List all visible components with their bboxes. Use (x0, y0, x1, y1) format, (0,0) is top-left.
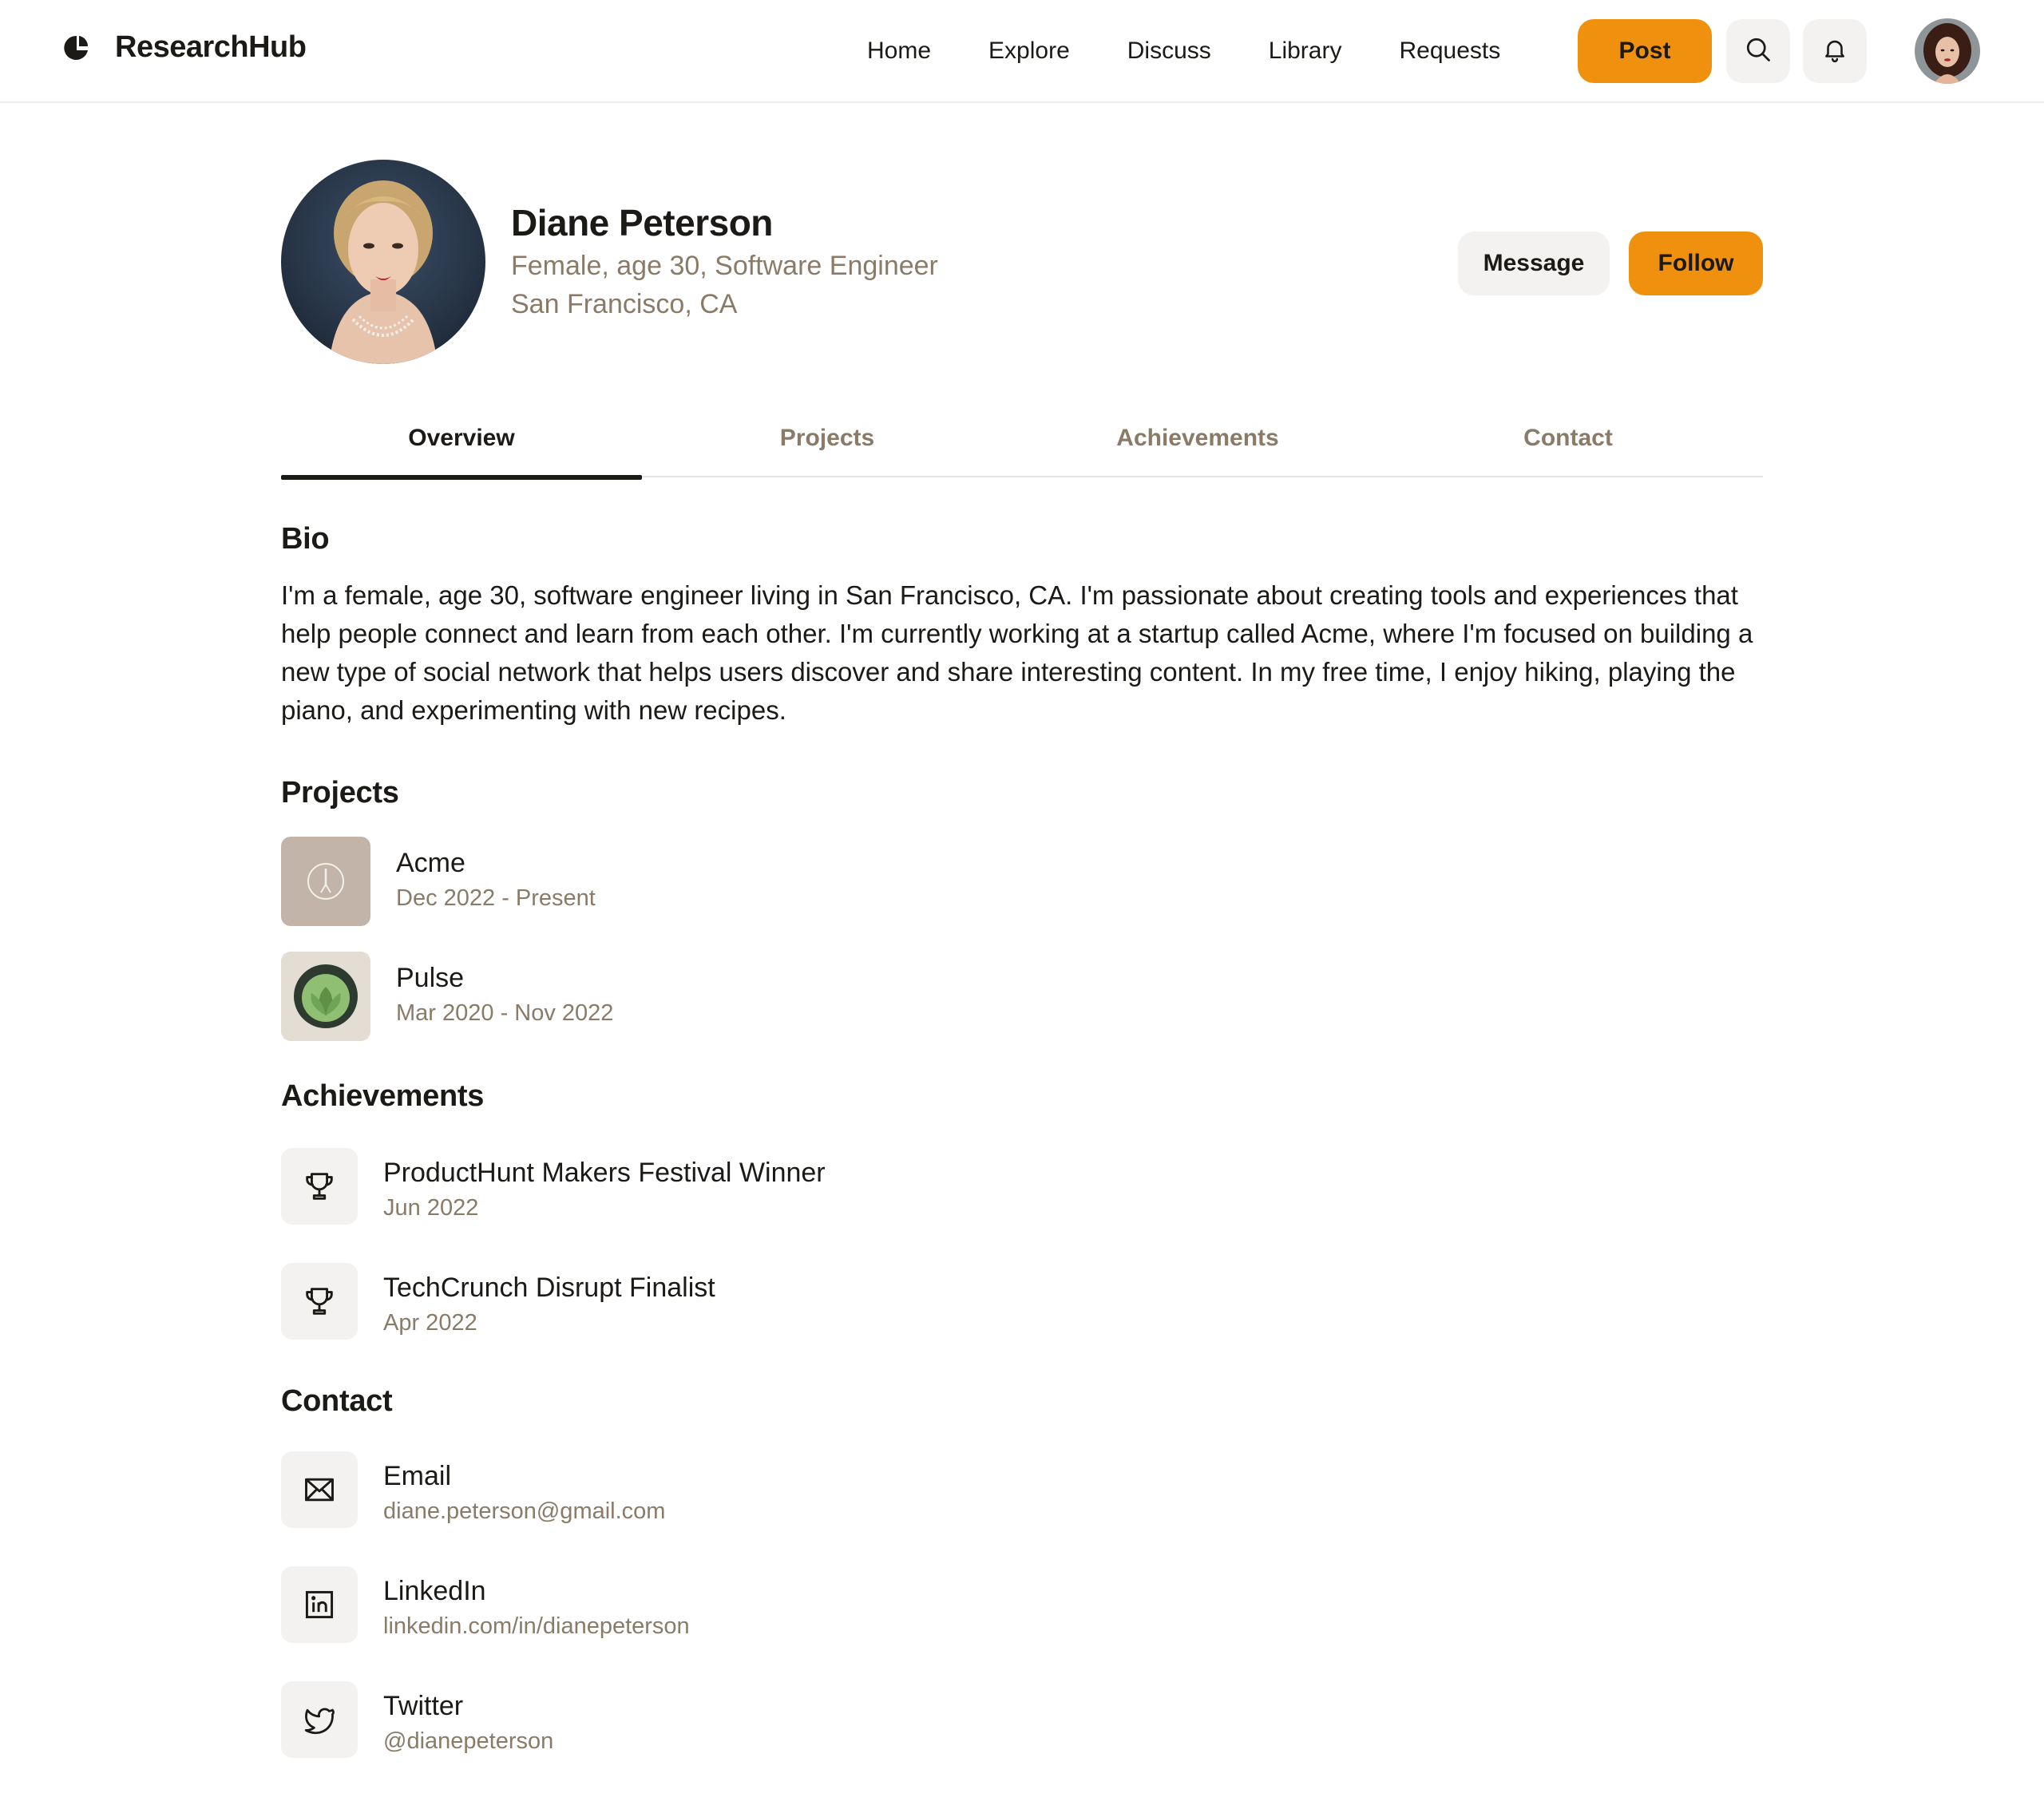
user-avatar[interactable] (1915, 18, 1980, 84)
achievement-item: TechCrunch Disrupt Finalist Apr 2022 (281, 1263, 715, 1340)
brand-name: ResearchHub (115, 30, 307, 64)
contact-value[interactable]: linkedin.com/in/dianepeterson (383, 1613, 690, 1640)
trophy-icon (281, 1263, 358, 1340)
message-button[interactable]: Message (1458, 232, 1610, 295)
profile-tabs: Overview Projects Achievements Contact (281, 399, 1763, 480)
contact-value[interactable]: @dianepeterson (383, 1728, 553, 1755)
tab-projects[interactable]: Projects (642, 399, 1012, 477)
nav-item-requests[interactable]: Requests (1399, 38, 1500, 65)
project-name: Pulse (396, 963, 465, 993)
follow-button[interactable]: Follow (1629, 232, 1763, 295)
linkedin-icon (281, 1566, 358, 1643)
contact-label: Email (383, 1461, 452, 1491)
acme-logo (281, 837, 370, 926)
tab-achievements[interactable]: Achievements (1012, 399, 1383, 477)
trophy-icon (281, 1148, 358, 1225)
achievement-name: ProductHunt Makers Festival Winner (383, 1158, 826, 1188)
profile-location: San Francisco, CA (511, 289, 738, 319)
project-item[interactable]: Pulse Mar 2020 - Nov 2022 (281, 952, 613, 1041)
nav-item-discuss[interactable]: Discuss (1127, 38, 1211, 65)
project-dates: Mar 2020 - Nov 2022 (396, 1000, 614, 1026)
contact-item-email[interactable]: Email diane.peterson@gmail.com (281, 1451, 665, 1528)
tab-overview[interactable]: Overview (281, 399, 642, 480)
main-nav: Home Explore Discuss Library Requests (867, 32, 1500, 70)
pulse-logo (281, 952, 370, 1041)
nav-item-explore[interactable]: Explore (988, 38, 1070, 65)
top-navigation-bar: ResearchHub Home Explore Discuss Library… (0, 0, 2044, 103)
contact-label: Twitter (383, 1691, 464, 1721)
search-button[interactable] (1726, 19, 1790, 83)
bio-text: I'm a female, age 30, software engineer … (281, 580, 1753, 725)
bell-icon (1821, 36, 1848, 67)
profile-subtitle: Female, age 30, Software Engineer (511, 251, 938, 281)
project-dates: Dec 2022 - Present (396, 885, 596, 911)
notifications-button[interactable] (1803, 19, 1867, 83)
search-icon (1744, 35, 1773, 68)
brand[interactable]: ResearchHub (64, 30, 307, 65)
contact-heading: Contact (281, 1384, 393, 1418)
contact-item-twitter[interactable]: Twitter @dianepeterson (281, 1681, 553, 1758)
profile-avatar (281, 160, 485, 364)
mail-icon (281, 1451, 358, 1528)
contact-value[interactable]: diane.peterson@gmail.com (383, 1498, 665, 1525)
contact-label: LinkedIn (383, 1576, 486, 1606)
twitter-icon (281, 1681, 358, 1758)
project-name: Acme (396, 848, 465, 878)
bio-heading: Bio (281, 522, 330, 556)
achievement-name: TechCrunch Disrupt Finalist (383, 1273, 715, 1303)
contact-item-linkedin[interactable]: LinkedIn linkedin.com/in/dianepeterson (281, 1566, 690, 1643)
achievement-date: Apr 2022 (383, 1310, 477, 1336)
achievement-item: ProductHunt Makers Festival Winner Jun 2… (281, 1148, 826, 1225)
tab-contact[interactable]: Contact (1383, 399, 1753, 477)
projects-heading: Projects (281, 776, 399, 809)
achievement-date: Jun 2022 (383, 1195, 479, 1221)
achievements-heading: Achievements (281, 1079, 485, 1113)
profile-name: Diane Peterson (511, 202, 773, 243)
project-item[interactable]: Acme Dec 2022 - Present (281, 837, 596, 926)
nav-item-library[interactable]: Library (1269, 38, 1342, 65)
post-button[interactable]: Post (1578, 19, 1712, 83)
nav-item-home[interactable]: Home (867, 38, 931, 65)
researchhub-logo-icon (64, 34, 89, 61)
